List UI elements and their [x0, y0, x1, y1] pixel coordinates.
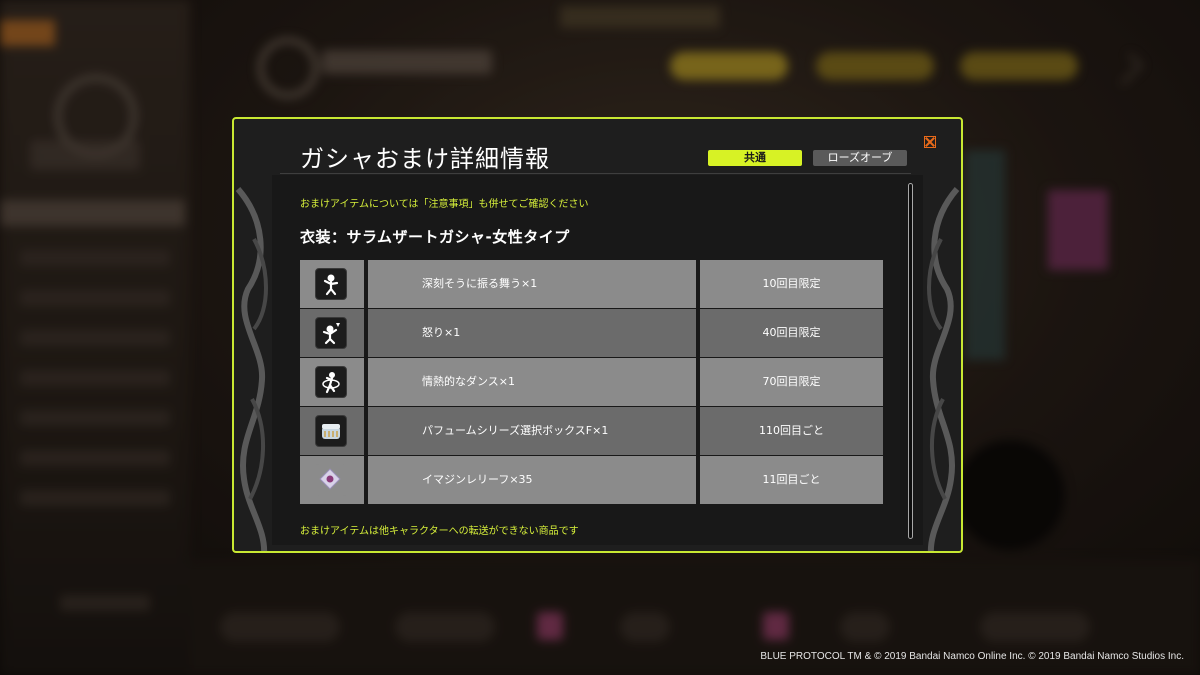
- scrollbar[interactable]: [908, 183, 913, 539]
- item-condition: 10回目限定: [762, 277, 821, 290]
- dance-figure-icon: [315, 366, 347, 398]
- table-row: 情熱的なダンス×1 70回目限定: [300, 358, 883, 407]
- table-row: 怒り×1 40回目限定: [300, 309, 883, 358]
- item-name: 深刻そうに振る舞う×1: [422, 277, 538, 290]
- title-divider: [280, 173, 911, 174]
- imagine-relief-icon: [315, 464, 347, 496]
- item-name: 情熱的なダンス×1: [422, 375, 515, 388]
- bonus-details-dialog: ガシャおまけ詳細情報 共通 ローズオーブ おまけアイテムについては「注意事項」も…: [232, 117, 963, 553]
- copyright-text: BLUE PROTOCOL TM & © 2019 Bandai Namco O…: [760, 651, 1184, 662]
- table-row: パフュームシリーズ選択ボックスF×1 110回目ごと: [300, 407, 883, 456]
- gesture-figure-icon: [315, 268, 347, 300]
- tab-rose-orb[interactable]: ローズオーブ: [813, 150, 907, 166]
- angry-figure-icon: [315, 317, 347, 349]
- item-condition: 110回目ごと: [759, 424, 824, 437]
- table-row: イマジンレリーフ×35 11回目ごと: [300, 456, 883, 505]
- bonus-item-table: 深刻そうに振る舞う×1 10回目限定 怒り×1 40回目限定 情熱的なダンス×1…: [300, 260, 883, 505]
- left-ornament: [235, 187, 268, 551]
- close-icon[interactable]: [924, 136, 936, 148]
- perfume-box-icon: [315, 415, 347, 447]
- transfer-note: おまけアイテムは他キャラクターへの転送ができない商品です: [300, 526, 579, 537]
- item-name: イマジンレリーフ×35: [422, 473, 533, 486]
- item-condition: 70回目限定: [762, 375, 821, 388]
- right-ornament: [927, 187, 960, 551]
- item-condition: 11回目ごと: [762, 473, 821, 486]
- item-name: パフュームシリーズ選択ボックスF×1: [422, 424, 609, 437]
- tab-common[interactable]: 共通: [708, 150, 802, 166]
- item-condition: 40回目限定: [762, 326, 821, 339]
- table-row: 深刻そうに振る舞う×1 10回目限定: [300, 260, 883, 309]
- notice-text: おまけアイテムについては「注意事項」も併せてご確認ください: [300, 199, 589, 210]
- section-title: 衣装：サラムザートガシャ-女性タイプ: [300, 228, 570, 246]
- dialog-title: ガシャおまけ詳細情報: [300, 145, 550, 173]
- item-name: 怒り×1: [422, 326, 461, 339]
